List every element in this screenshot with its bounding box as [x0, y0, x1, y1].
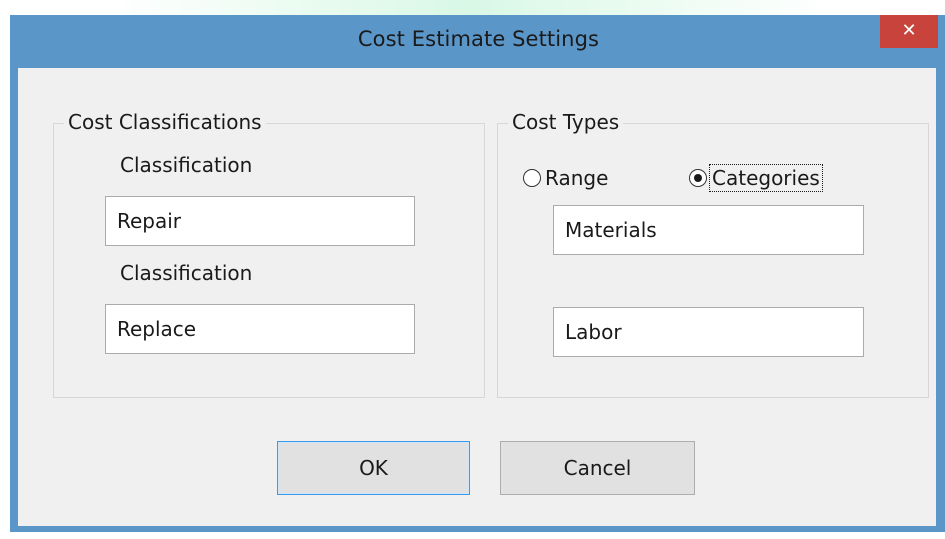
close-button[interactable]: ✕ [880, 15, 938, 48]
cost-classifications-group: Cost Classifications Classification Repa… [53, 108, 485, 398]
close-icon: ✕ [901, 20, 917, 41]
radio-range-icon [523, 169, 541, 187]
radio-categories-label: Categories [709, 164, 823, 192]
cancel-button[interactable]: Cancel [500, 441, 695, 495]
classification-input-2[interactable]: Replace [105, 304, 415, 354]
title-bar[interactable]: Cost Estimate Settings ✕ [10, 15, 945, 68]
dialog-client-area: Cost Classifications Classification Repa… [18, 68, 936, 526]
window-title: Cost Estimate Settings [357, 27, 600, 51]
cost-type-input-labor[interactable]: Labor [553, 307, 864, 357]
classification-label-1: Classification [120, 153, 253, 177]
cost-types-legend: Cost Types [508, 108, 624, 136]
cost-types-group: Cost Types Range Categories Materials La… [497, 108, 929, 398]
radio-categories[interactable]: Categories [689, 164, 823, 192]
ok-button[interactable]: OK [277, 441, 470, 495]
cost-type-input-materials[interactable]: Materials [553, 205, 864, 255]
classification-label-2: Classification [120, 261, 253, 285]
radio-categories-icon [689, 169, 707, 187]
dialog-window: Cost Estimate Settings ✕ Cost Classifica… [10, 15, 945, 532]
radio-range[interactable]: Range [523, 166, 608, 190]
classification-input-1[interactable]: Repair [105, 196, 415, 246]
radio-range-label: Range [545, 166, 609, 190]
cost-classifications-legend: Cost Classifications [64, 108, 266, 136]
